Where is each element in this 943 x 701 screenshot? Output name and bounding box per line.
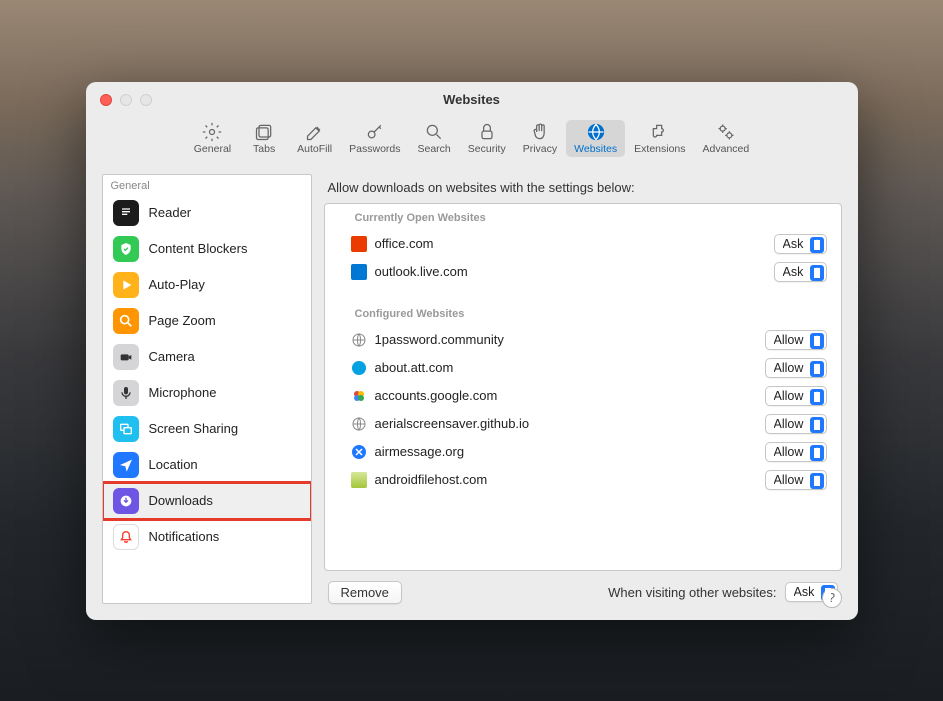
sidebar-item-content-blockers[interactable]: Content Blockers <box>103 231 311 267</box>
sidebar-item-page-zoom[interactable]: Page Zoom <box>103 303 311 339</box>
settings-sidebar: General Reader Content Blockers Auto-Pla… <box>102 174 312 604</box>
tab-general[interactable]: General <box>186 120 239 157</box>
website-domain: androidfilehost.com <box>375 472 765 487</box>
sidebar-item-downloads[interactable]: Downloads <box>103 483 311 519</box>
favicon-icon <box>351 416 367 432</box>
sidebar-item-microphone[interactable]: Microphone <box>103 375 311 411</box>
lock-icon <box>477 122 497 142</box>
tab-autofill[interactable]: AutoFill <box>289 120 340 157</box>
sidebar-item-label: Notifications <box>149 529 220 544</box>
website-domain: 1password.community <box>375 332 765 347</box>
shield-icon <box>113 236 139 262</box>
sidebar-item-label: Camera <box>149 349 195 364</box>
tabs-icon <box>254 122 274 142</box>
tab-websites[interactable]: Websites <box>566 120 625 157</box>
play-icon <box>113 272 139 298</box>
tab-tabs[interactable]: Tabs <box>240 120 288 157</box>
preferences-toolbar: General Tabs AutoFill Passwords Search S… <box>86 110 858 168</box>
permission-select[interactable]: Allow <box>765 414 827 434</box>
sidebar-item-reader[interactable]: Reader <box>103 195 311 231</box>
sidebar-item-notifications[interactable]: Notifications <box>103 519 311 555</box>
content-area: General Reader Content Blockers Auto-Pla… <box>102 174 842 604</box>
bell-icon <box>113 524 139 550</box>
sidebar-item-auto-play[interactable]: Auto-Play <box>103 267 311 303</box>
camera-icon <box>113 344 139 370</box>
tab-extensions[interactable]: Extensions <box>626 120 693 157</box>
website-row[interactable]: about.att.com Allow <box>325 354 841 382</box>
reader-icon <box>113 200 139 226</box>
puzzle-icon <box>650 122 670 142</box>
permission-select[interactable]: Allow <box>765 442 827 462</box>
website-row[interactable]: airmessage.org Allow <box>325 438 841 466</box>
tab-passwords[interactable]: Passwords <box>341 120 408 157</box>
tab-advanced[interactable]: Advanced <box>695 120 758 157</box>
favicon-icon <box>351 472 367 488</box>
favicon-icon <box>351 332 367 348</box>
visiting-other-label: When visiting other websites: <box>608 585 776 600</box>
tab-search[interactable]: Search <box>410 120 459 157</box>
window-title: Websites <box>86 92 858 107</box>
preferences-window: Websites General Tabs AutoFill Passwords… <box>86 82 858 620</box>
website-domain: outlook.live.com <box>375 264 774 279</box>
website-row[interactable]: office.com Ask <box>325 230 841 258</box>
permission-select[interactable]: Allow <box>765 386 827 406</box>
favicon-icon <box>351 388 367 404</box>
sidebar-item-label: Content Blockers <box>149 241 248 256</box>
sidebar-item-label: Downloads <box>149 493 213 508</box>
sidebar-item-label: Microphone <box>149 385 217 400</box>
location-icon <box>113 452 139 478</box>
website-row[interactable]: 1password.community Allow <box>325 326 841 354</box>
zoom-icon <box>113 308 139 334</box>
sidebar-item-label: Auto-Play <box>149 277 205 292</box>
sidebar-item-screen-sharing[interactable]: Screen Sharing <box>103 411 311 447</box>
permission-select[interactable]: Allow <box>765 470 827 490</box>
screens-icon <box>113 416 139 442</box>
website-domain: aerialscreensaver.github.io <box>375 416 765 431</box>
tab-privacy[interactable]: Privacy <box>515 120 565 157</box>
gears-icon <box>716 122 736 142</box>
favicon-icon <box>351 360 367 376</box>
website-domain: airmessage.org <box>375 444 765 459</box>
favicon-icon <box>351 236 367 252</box>
permission-select[interactable]: Ask <box>774 262 827 282</box>
favicon-icon <box>351 264 367 280</box>
website-domain: about.att.com <box>375 360 765 375</box>
website-row[interactable]: aerialscreensaver.github.io Allow <box>325 410 841 438</box>
website-row[interactable]: outlook.live.com Ask <box>325 258 841 286</box>
globe-icon <box>586 122 606 142</box>
permission-select[interactable]: Allow <box>765 330 827 350</box>
sidebar-item-label: Reader <box>149 205 192 220</box>
section-header-open: Currently Open Websites <box>325 204 841 230</box>
website-row[interactable]: androidfilehost.com Allow <box>325 466 841 494</box>
sidebar-item-label: Page Zoom <box>149 313 216 328</box>
hand-icon <box>530 122 550 142</box>
tab-security[interactable]: Security <box>460 120 514 157</box>
permission-select[interactable]: Ask <box>774 234 827 254</box>
footer-row: Remove When visiting other websites: Ask <box>324 571 842 604</box>
microphone-icon <box>113 380 139 406</box>
section-header-configured: Configured Websites <box>325 300 841 326</box>
sidebar-item-label: Screen Sharing <box>149 421 239 436</box>
download-icon <box>113 488 139 514</box>
permission-select[interactable]: Allow <box>765 358 827 378</box>
gear-icon <box>202 122 222 142</box>
website-row[interactable]: accounts.google.com Allow <box>325 382 841 410</box>
website-domain: office.com <box>375 236 774 251</box>
key-icon <box>365 122 385 142</box>
favicon-icon <box>351 444 367 460</box>
search-icon <box>424 122 444 142</box>
website-domain: accounts.google.com <box>375 388 765 403</box>
remove-button[interactable]: Remove <box>328 581 402 604</box>
main-panel: Allow downloads on websites with the set… <box>324 174 842 604</box>
sidebar-item-label: Location <box>149 457 198 472</box>
websites-list-panel: Currently Open Websites office.com Ask o… <box>324 203 842 571</box>
sidebar-item-camera[interactable]: Camera <box>103 339 311 375</box>
sidebar-item-location[interactable]: Location <box>103 447 311 483</box>
main-heading: Allow downloads on websites with the set… <box>324 174 842 203</box>
pen-icon <box>305 122 325 142</box>
sidebar-section-header: General <box>103 175 311 195</box>
